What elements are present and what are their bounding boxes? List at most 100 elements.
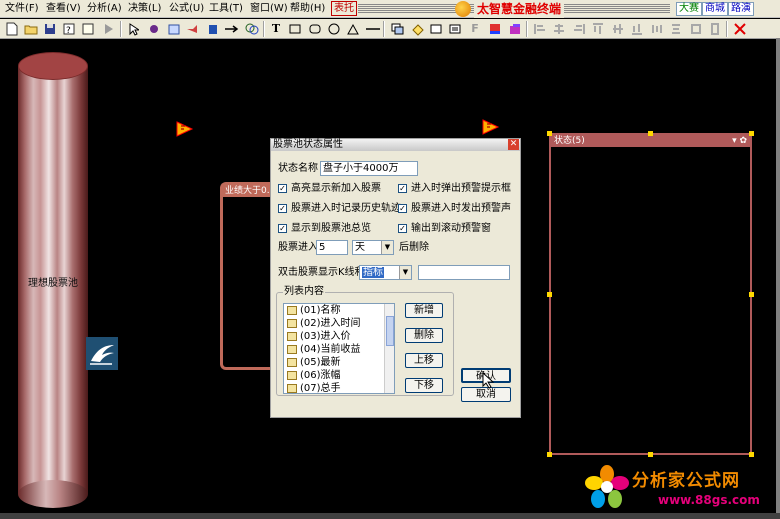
days-unit-select[interactable]: 天 ▼ (352, 240, 394, 255)
menu-file[interactable]: 文件(F) (5, 2, 39, 16)
list-item[interactable]: (05)最新 (284, 356, 394, 369)
print-setup-icon[interactable]: ? (61, 21, 77, 37)
new-file-icon[interactable] (4, 21, 20, 37)
record-icon[interactable] (146, 21, 162, 37)
check-show-overview[interactable]: ✓ (278, 224, 287, 233)
list-item[interactable]: (04)当前收益 (284, 343, 394, 356)
list-item[interactable]: (01)名称 (284, 304, 394, 317)
text-tool-icon[interactable]: T (268, 21, 284, 37)
check-rolling-alert[interactable]: ✓ (398, 224, 407, 233)
font-icon[interactable]: F (467, 21, 483, 37)
menu-formula[interactable]: 公式(U) (169, 2, 204, 16)
align-center-icon[interactable] (551, 21, 567, 37)
menu-view[interactable]: 查看(V) (46, 2, 81, 16)
align-bottom-icon[interactable] (629, 21, 645, 37)
selection-handle[interactable] (547, 131, 552, 136)
flag-icon[interactable] (482, 119, 500, 135)
dialog-close-button[interactable]: ✕ (508, 139, 519, 150)
same-width-icon[interactable] (688, 21, 704, 37)
line-tool-icon[interactable] (365, 21, 381, 37)
align-right-icon[interactable] (571, 21, 587, 37)
mall-button[interactable]: 商城 (702, 2, 728, 16)
save-icon[interactable] (42, 21, 58, 37)
indicator-param-input[interactable] (418, 265, 510, 280)
list-item[interactable]: (07)总手 (284, 382, 394, 393)
contest-button[interactable]: 大赛 (676, 2, 702, 16)
distribute-h-icon[interactable] (649, 21, 665, 37)
ideal-stock-pool-cylinder[interactable]: 理想股票池 (18, 52, 88, 508)
arrow-right-icon[interactable] (224, 21, 240, 37)
play-icon[interactable] (101, 21, 117, 37)
selection-handle[interactable] (547, 452, 552, 457)
roadshow-button[interactable]: 路演 (728, 2, 754, 16)
toolbar-separator (263, 21, 265, 37)
check-record-history[interactable]: ✓ (278, 204, 287, 213)
days-input[interactable]: 5 (316, 240, 348, 255)
flower-logo-icon (585, 465, 629, 508)
color-icon[interactable] (487, 21, 503, 37)
check-popup-alert[interactable]: ✓ (398, 184, 407, 193)
rectangle-tool-icon[interactable] (287, 21, 303, 37)
toolbar: ? T F (0, 19, 780, 39)
color2-icon[interactable] (507, 21, 523, 37)
selection-handle[interactable] (648, 131, 653, 136)
frame-icon[interactable] (428, 21, 444, 37)
selection-handle[interactable] (749, 292, 754, 297)
triangle-tool-icon[interactable] (345, 21, 361, 37)
days-unit-value: 天 (355, 242, 365, 253)
highlight-menu[interactable]: 表托 (331, 1, 357, 16)
watermark-url: www.88gs.com (658, 493, 760, 507)
filter-node-frame[interactable]: 业绩大于0. (220, 182, 275, 370)
column-icon (287, 345, 297, 354)
align-top-icon[interactable] (590, 21, 606, 37)
check-highlight-new[interactable]: ✓ (278, 184, 287, 193)
list-item[interactable]: (03)进入价 (284, 330, 394, 343)
menu-window[interactable]: 窗口(W) (250, 2, 288, 16)
move-up-button[interactable]: 上移 (405, 353, 443, 368)
rounded-rect-tool-icon[interactable] (307, 21, 323, 37)
move-down-button[interactable]: 下移 (405, 378, 443, 393)
delete-icon[interactable] (205, 21, 221, 37)
menu-tools[interactable]: 工具(T) (209, 2, 243, 16)
pointer-icon[interactable] (126, 21, 142, 37)
column-list[interactable]: (01)名称 (02)进入时间 (03)进入价 (04)当前收益 (05)最新 … (283, 303, 395, 394)
state-name-input[interactable]: 盘子小于4000万 (320, 161, 418, 176)
menu-help[interactable]: 帮助(H) (290, 2, 325, 16)
chevron-down-icon: ▼ (381, 241, 393, 254)
selection-handle[interactable] (648, 452, 653, 457)
distribute-v-icon[interactable] (668, 21, 684, 37)
dialog-title: 股票池状态属性 (271, 139, 520, 151)
menu-decision[interactable]: 决策(L) (128, 2, 161, 16)
link-icon[interactable] (244, 21, 260, 37)
align-left-icon[interactable] (532, 21, 548, 37)
fill-icon[interactable] (409, 21, 425, 37)
list-scrollbar[interactable] (384, 304, 394, 393)
list-item[interactable]: (02)进入时间 (284, 317, 394, 330)
selection-handle[interactable] (749, 131, 754, 136)
state-box-menu-icon[interactable]: ▾ ✿ (732, 135, 747, 147)
selection-handle[interactable] (547, 292, 552, 297)
form-icon[interactable] (166, 21, 182, 37)
wing-logo-icon[interactable] (86, 337, 118, 370)
cancel-button[interactable]: 取消 (461, 387, 511, 402)
delete-button[interactable]: 删除 (405, 328, 443, 343)
menu-analysis[interactable]: 分析(A) (87, 2, 122, 16)
same-height-icon[interactable] (707, 21, 723, 37)
list-item[interactable]: (06)涨幅 (284, 369, 394, 382)
state-box[interactable]: 状态(5) ▾ ✿ (549, 133, 752, 455)
open-folder-icon[interactable] (23, 21, 39, 37)
pipe-icon[interactable] (185, 21, 201, 37)
selection-handle[interactable] (749, 452, 754, 457)
layer-icon[interactable] (389, 21, 405, 37)
flag-icon[interactable] (176, 121, 194, 137)
toolbar-separator (526, 21, 528, 37)
help-icon[interactable] (80, 21, 96, 37)
circle-tool-icon[interactable] (326, 21, 342, 37)
close-x-icon[interactable] (732, 21, 748, 37)
scrollbar-thumb[interactable] (386, 316, 394, 346)
check-alert-sound[interactable]: ✓ (398, 204, 407, 213)
add-button[interactable]: 新增 (405, 303, 443, 318)
frame2-icon[interactable] (447, 21, 463, 37)
indicator-select[interactable]: 指标 ▼ (359, 265, 412, 280)
align-middle-icon[interactable] (610, 21, 626, 37)
